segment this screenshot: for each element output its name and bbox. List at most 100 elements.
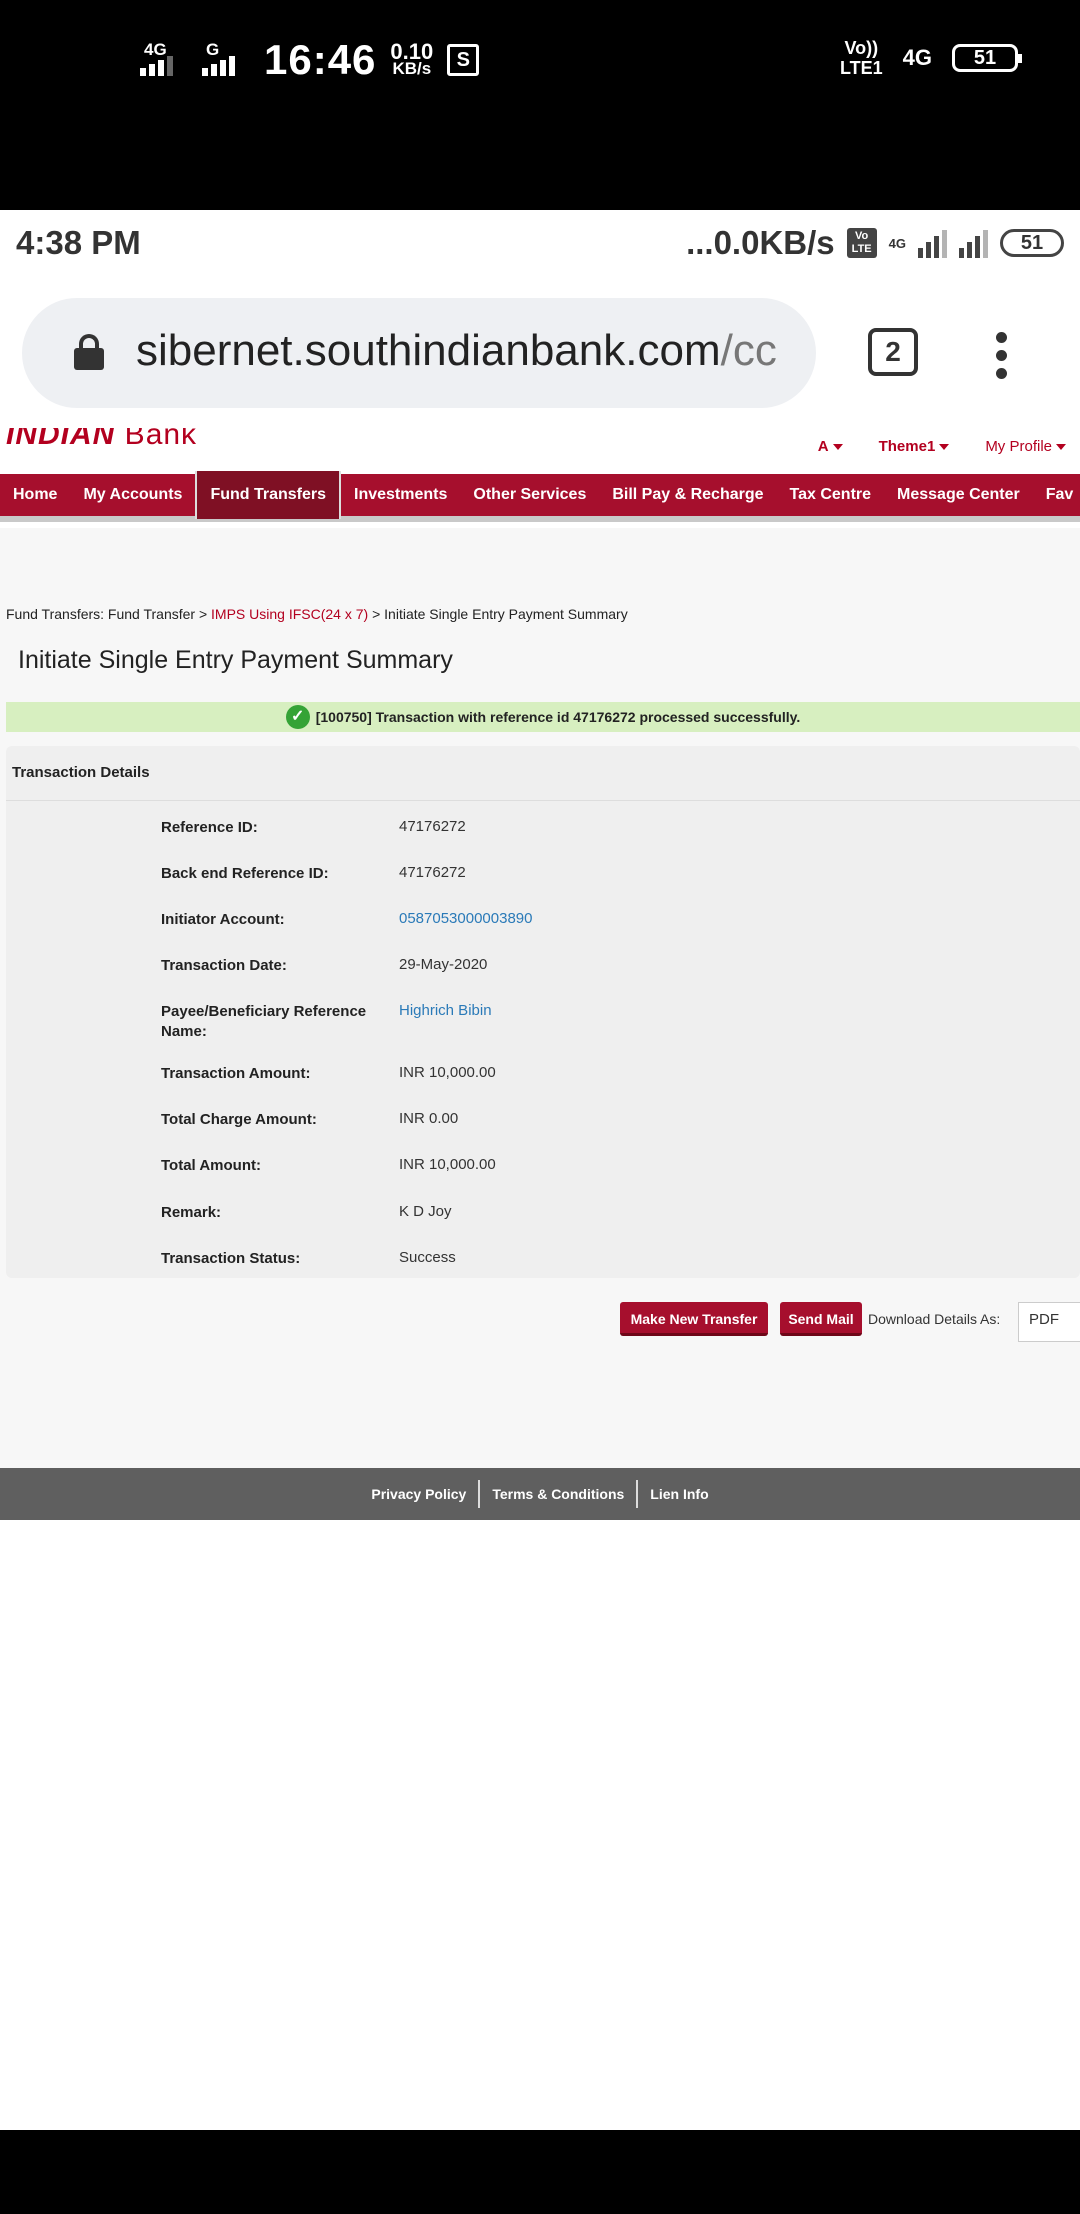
theme-chevron-icon — [939, 444, 950, 451]
font-size-chevron-icon — [832, 444, 843, 451]
breadcrumb-part2: > Initiate Single Entry Payment Summary — [368, 606, 628, 622]
detail-label: Transaction Amount: — [161, 1065, 311, 1082]
detail-label: Reference ID: — [161, 819, 258, 836]
signal-1-icon: 4G — [140, 40, 188, 80]
inner-network-speed: ...0.0KB/s — [686, 224, 835, 261]
tab-switcher-button[interactable]: 2 — [868, 328, 918, 376]
nav-my-accounts[interactable]: My Accounts — [70, 471, 195, 519]
content-area: Fund Transfers: Fund Transfer > IMPS Usi… — [0, 528, 1080, 1468]
checkmark-icon: ✓ — [285, 705, 310, 729]
detail-value: 47176272 — [399, 818, 466, 835]
detail-value: 47176272 — [399, 864, 466, 881]
detail-label: Initiator Account: — [161, 911, 285, 928]
nav-other-services[interactable]: Other Services — [460, 471, 599, 519]
volte-icon: Vo)) LTE1 — [840, 38, 883, 78]
breadcrumb: Fund Transfers: Fund Transfer > IMPS Usi… — [6, 606, 628, 622]
transaction-details-panel: Transaction Details Reference ID: 4717627… — [6, 746, 1080, 1278]
terms-link[interactable]: Terms & Conditions — [480, 1486, 636, 1502]
success-message: [100750] Transaction with reference id 4… — [315, 709, 801, 725]
privacy-policy-link[interactable]: Privacy Policy — [359, 1486, 478, 1502]
theme-menu[interactable]: Theme1 — [879, 438, 950, 455]
nav-home[interactable]: Home — [0, 471, 70, 519]
network-speed: 0.10 KB/s — [390, 39, 434, 78]
detail-label: Payee/Beneficiary Reference Name: — [161, 1003, 367, 1040]
breadcrumb-link[interactable]: IMPS Using IFSC(24 x 7) — [211, 606, 368, 622]
inner-volte-icon: Vo LTE — [846, 228, 877, 258]
inner-clock: 4:38 PM — [16, 224, 141, 261]
blank-area — [0, 1520, 1080, 1728]
detail-value: Success — [399, 1249, 456, 1266]
inner-signal-2-icon — [959, 228, 988, 258]
inner-volte-top: Vo — [855, 230, 869, 242]
volte-line1: Vo)) — [844, 38, 879, 58]
lock-icon — [74, 334, 104, 370]
nav-favourites[interactable]: Fav — [1033, 471, 1080, 519]
bank-page: INDIAN Bank A Theme1 My Profile Home My … — [0, 428, 1080, 1728]
nav-message-center[interactable]: Message Center — [884, 471, 1033, 519]
detail-label: Total Charge Amount: — [161, 1111, 317, 1128]
volte-line2: LTE1 — [839, 58, 883, 78]
panel-divider — [6, 800, 1080, 801]
font-size-menu[interactable]: A — [818, 438, 843, 455]
url-main: sibernet.southindianbank.com — [136, 326, 721, 375]
breadcrumb-part1: Fund Transfers: Fund Transfer > — [6, 606, 212, 622]
nav-tax-centre[interactable]: Tax Centre — [777, 471, 885, 519]
download-format-select[interactable]: PDF — [1018, 1302, 1080, 1342]
payee-name-link[interactable]: Highrich Bibin — [399, 1002, 492, 1019]
success-banner: ✓ [100750] Transaction with reference id… — [6, 702, 1080, 732]
signal-2-icon: G — [202, 40, 250, 80]
inner-network-type: 4G — [888, 235, 906, 251]
status-left-group: 4G G 16:46 0.10 KB/s S — [140, 36, 480, 84]
send-mail-button[interactable]: Send Mail — [780, 1302, 862, 1336]
inner-signal-1-icon — [918, 228, 947, 258]
font-size-label: A — [817, 438, 829, 455]
inner-status-right: ...0.0KB/s Vo LTE 4G 51 — [686, 224, 1064, 262]
inner-battery-icon: 51 — [1000, 229, 1064, 257]
make-new-transfer-button[interactable]: Make New Transfer — [620, 1302, 768, 1336]
url-dim: /cc — [720, 326, 777, 375]
inner-status-bar: 4:38 PM ...0.0KB/s Vo LTE 4G 51 — [0, 210, 1080, 286]
nav-investments[interactable]: Investments — [341, 471, 460, 519]
detail-value: INR 10,000.00 — [399, 1156, 496, 1173]
footer: Privacy Policy Terms & Conditions Lien I… — [0, 1468, 1080, 1520]
profile-label: My Profile — [985, 438, 1052, 455]
profile-menu[interactable]: My Profile — [985, 438, 1066, 455]
browser-screenshot: 4:38 PM ...0.0KB/s Vo LTE 4G 51 sibernet… — [0, 210, 1080, 2130]
nav-bill-pay[interactable]: Bill Pay & Recharge — [599, 471, 776, 519]
bank-logo-rest: Bank — [115, 428, 198, 451]
detail-label: Total Amount: — [161, 1157, 261, 1174]
detail-value: INR 0.00 — [399, 1110, 459, 1127]
action-bar: Make New Transfer Send Mail Download Det… — [0, 1302, 1080, 1342]
detail-label: Remark: — [161, 1204, 222, 1221]
address-bar[interactable]: sibernet.southindianbank.com/cc — [22, 298, 816, 408]
status-right-group: Vo)) LTE1 4G 51 — [840, 38, 1022, 78]
main-nav: Home My Accounts Fund Transfers Investme… — [0, 471, 1080, 522]
detail-value: INR 10,000.00 — [399, 1064, 496, 1081]
bank-logo-bold: INDIAN — [6, 428, 116, 451]
panel-title: Transaction Details — [12, 764, 150, 781]
profile-chevron-icon — [1056, 444, 1066, 451]
network-speed-unit: KB/s — [392, 59, 432, 78]
navigation-bar — [0, 2130, 1080, 2214]
detail-label: Transaction Status: — [161, 1250, 301, 1267]
detail-value: K D Joy — [399, 1203, 452, 1220]
detail-label: Back end Reference ID: — [161, 865, 329, 882]
screenshot-icon: S — [447, 44, 480, 76]
inner-volte-bottom: LTE — [851, 243, 872, 255]
lien-info-link[interactable]: Lien Info — [638, 1486, 720, 1502]
detail-value: 29-May-2020 — [399, 956, 488, 973]
network-type: 4G — [902, 45, 932, 70]
overflow-menu-icon[interactable] — [994, 332, 1010, 380]
url-text[interactable]: sibernet.southindianbank.com/cc — [136, 326, 816, 376]
top-links: A Theme1 My Profile — [818, 438, 1066, 455]
detail-label: Transaction Date: — [161, 957, 287, 974]
download-label: Download Details As: — [868, 1311, 1001, 1327]
network-speed-value: 0.10 — [390, 39, 434, 64]
page-title: Initiate Single Entry Payment Summary — [18, 646, 453, 674]
battery-icon: 51 — [952, 44, 1022, 72]
phone-status-bar: 4G G 16:46 0.10 KB/s S Vo)) LTE1 4G 51 — [0, 0, 1080, 210]
initiator-account-link[interactable]: 0587053000003890 — [399, 910, 532, 927]
nav-fund-transfers[interactable]: Fund Transfers — [195, 471, 342, 519]
phone-clock: 16:46 — [264, 36, 377, 83]
bank-logo[interactable]: INDIAN Bank — [6, 428, 197, 452]
